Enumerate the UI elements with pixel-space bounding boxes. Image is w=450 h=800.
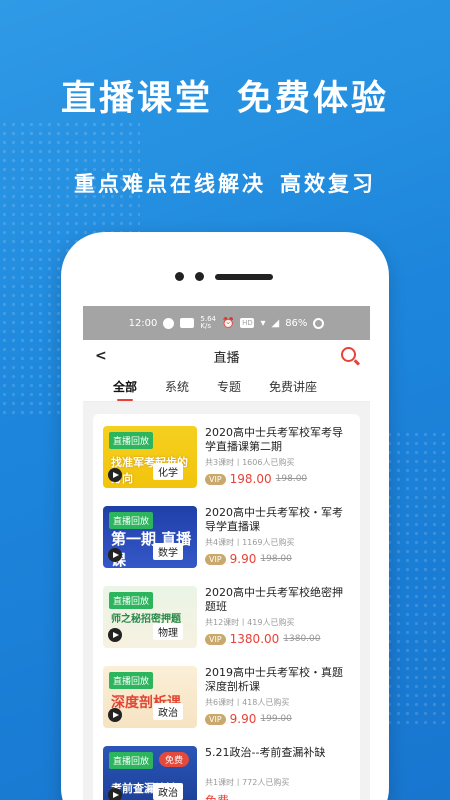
phone-mockup: 12:00 5.64 K/s ⏰ HD ▾ ◢ 86% < 直播 全部 系统 专题… bbox=[61, 232, 389, 800]
course-item[interactable]: 直播回放 深度剖析课 政治 2019高中士兵考军校・真题深度剖析课 共6课时丨4… bbox=[93, 666, 360, 746]
headline-right: 免费体验 bbox=[237, 79, 390, 119]
course-title: 2020高中士兵考军校绝密押题班 bbox=[205, 586, 343, 613]
signal-icon: ◢ bbox=[271, 317, 280, 329]
subject-label: 物理 bbox=[153, 623, 183, 640]
battery-icon bbox=[313, 317, 325, 329]
course-meta: 共12课时丨419人已购买 bbox=[205, 618, 295, 627]
course-thumbnail: 直播回放 找准军考起步的方向 化学 bbox=[103, 426, 197, 488]
alarm-icon: ⏰ bbox=[222, 317, 235, 329]
course-thumbnail: 直播回放 深度剖析课 政治 bbox=[103, 666, 197, 728]
replay-tag: 直播回放 bbox=[109, 592, 154, 609]
price-row: 免费 bbox=[205, 792, 350, 800]
vip-badge: VIP bbox=[205, 713, 226, 725]
speaker-grille bbox=[215, 274, 273, 280]
course-meta: 共1课时丨772人已购买 bbox=[205, 778, 290, 787]
original-price: 198.00 bbox=[275, 474, 308, 484]
course-item[interactable]: 直播回放 第一期 直播课 数学 2020高中士兵考军校・军考导学直播课 共4课时… bbox=[93, 506, 360, 586]
price-row: VIP 9.90 199.00 bbox=[205, 712, 350, 726]
course-price: 9.90 bbox=[229, 712, 257, 726]
play-icon bbox=[108, 468, 122, 482]
course-info: 2020高中士兵考军校军考导学直播课第二期 共3课时丨1606人已购买 VIP … bbox=[205, 426, 350, 506]
free-tag: 免费 bbox=[158, 752, 189, 767]
course-title: 2019高中士兵考军校・真题深度剖析课 bbox=[205, 666, 343, 693]
course-title: 2020高中士兵考军校军考导学直播课第二期 bbox=[205, 426, 343, 453]
course-title: 2020高中士兵考军校・军考导学直播课 bbox=[205, 506, 343, 533]
course-info: 2020高中士兵考军校・军考导学直播课 共4课时丨1169人已购买 VIP 9.… bbox=[205, 506, 350, 586]
search-icon[interactable] bbox=[341, 347, 356, 362]
replay-tag: 直播回放 bbox=[109, 512, 154, 529]
network-speed-unit: K/s bbox=[200, 322, 212, 330]
subline-left: 重点难点在线解决 bbox=[74, 172, 266, 196]
free-price: 免费 bbox=[205, 792, 229, 800]
nav-bar: < 直播 bbox=[83, 340, 370, 372]
promo-subline: 重点难点在线解决 高效复习 bbox=[0, 168, 450, 198]
tab-system[interactable]: 系统 bbox=[165, 372, 189, 401]
replay-tag: 直播回放 bbox=[109, 672, 154, 689]
network-speed: 5.64 K/s bbox=[200, 316, 216, 330]
subject-label: 政治 bbox=[153, 703, 183, 720]
headline-left: 直播课堂 bbox=[60, 79, 213, 119]
course-price: 1380.00 bbox=[229, 632, 280, 646]
phone-screen: 12:00 5.64 K/s ⏰ HD ▾ ◢ 86% < 直播 全部 系统 专题… bbox=[83, 306, 370, 800]
course-thumbnail: 直播回放 师之秘招密押题 物理 bbox=[103, 586, 197, 648]
course-item[interactable]: 直播回放 找准军考起步的方向 化学 2020高中士兵考军校军考导学直播课第二期 … bbox=[93, 426, 360, 506]
course-info: 2019高中士兵考军校・真题深度剖析课 共6课时丨418人已购买 VIP 9.9… bbox=[205, 666, 350, 746]
promo-headline: 直播课堂 免费体验 bbox=[0, 70, 450, 121]
subline-right: 高效复习 bbox=[280, 172, 376, 196]
sensor-dot bbox=[195, 272, 204, 281]
play-icon bbox=[108, 628, 122, 642]
subject-label: 化学 bbox=[153, 463, 183, 480]
category-tabs: 全部 系统 专题 免费讲座 bbox=[83, 372, 370, 402]
vip-badge: VIP bbox=[205, 473, 226, 485]
wifi-icon: ▾ bbox=[260, 317, 266, 329]
original-price: 199.00 bbox=[260, 714, 292, 724]
camera-dot bbox=[175, 272, 184, 281]
image-icon bbox=[180, 318, 195, 328]
replay-tag: 直播回放 bbox=[109, 432, 154, 449]
play-icon bbox=[108, 548, 122, 562]
original-price: 1380.00 bbox=[283, 634, 321, 644]
subject-label: 数学 bbox=[153, 543, 183, 560]
course-thumbnail: 直播回放 免费 考前查漏补缺 政治 bbox=[103, 746, 197, 800]
vip-badge: VIP bbox=[205, 633, 226, 645]
vip-badge: VIP bbox=[205, 553, 226, 565]
tab-free-lecture[interactable]: 免费讲座 bbox=[269, 372, 317, 401]
subject-label: 政治 bbox=[153, 783, 183, 800]
course-list: 直播回放 找准军考起步的方向 化学 2020高中士兵考军校军考导学直播课第二期 … bbox=[93, 414, 360, 800]
page-title: 直播 bbox=[213, 350, 240, 366]
original-price: 198.00 bbox=[260, 554, 292, 564]
course-price: 9.90 bbox=[229, 552, 257, 566]
replay-tag: 直播回放 bbox=[109, 752, 154, 769]
price-row: VIP 9.90 198.00 bbox=[205, 552, 350, 566]
course-item[interactable]: 直播回放 免费 考前查漏补缺 政治 5.21政治--考前查漏补缺 共1课时丨77… bbox=[93, 746, 360, 800]
status-bar: 12:00 5.64 K/s ⏰ HD ▾ ◢ 86% bbox=[83, 306, 370, 340]
course-meta: 共6课时丨418人已购买 bbox=[205, 698, 290, 707]
course-title: 5.21政治--考前查漏补缺 bbox=[205, 746, 326, 759]
course-info: 2020高中士兵考军校绝密押题班 共12课时丨419人已购买 VIP 1380.… bbox=[205, 586, 350, 666]
tab-topic[interactable]: 专题 bbox=[217, 372, 241, 401]
play-icon bbox=[108, 788, 122, 800]
play-icon bbox=[108, 708, 122, 722]
course-thumbnail: 直播回放 第一期 直播课 数学 bbox=[103, 506, 197, 568]
course-item[interactable]: 直播回放 师之秘招密押题 物理 2020高中士兵考军校绝密押题班 共12课时丨4… bbox=[93, 586, 360, 666]
back-arrow-icon[interactable]: < bbox=[95, 348, 107, 364]
course-price: 198.00 bbox=[229, 472, 272, 486]
course-meta: 共3课时丨1606人已购买 bbox=[205, 458, 295, 467]
battery-level: 86% bbox=[285, 317, 308, 329]
price-row: VIP 198.00 198.00 bbox=[205, 472, 350, 486]
status-time: 12:00 bbox=[128, 317, 158, 329]
tab-all[interactable]: 全部 bbox=[113, 372, 137, 401]
price-row: VIP 1380.00 1380.00 bbox=[205, 632, 350, 646]
hd-badge: HD bbox=[240, 318, 255, 328]
course-info: 5.21政治--考前查漏补缺 共1课时丨772人已购买 免费 bbox=[205, 746, 350, 800]
notification-icon bbox=[163, 317, 175, 329]
course-meta: 共4课时丨1169人已购买 bbox=[205, 538, 295, 547]
